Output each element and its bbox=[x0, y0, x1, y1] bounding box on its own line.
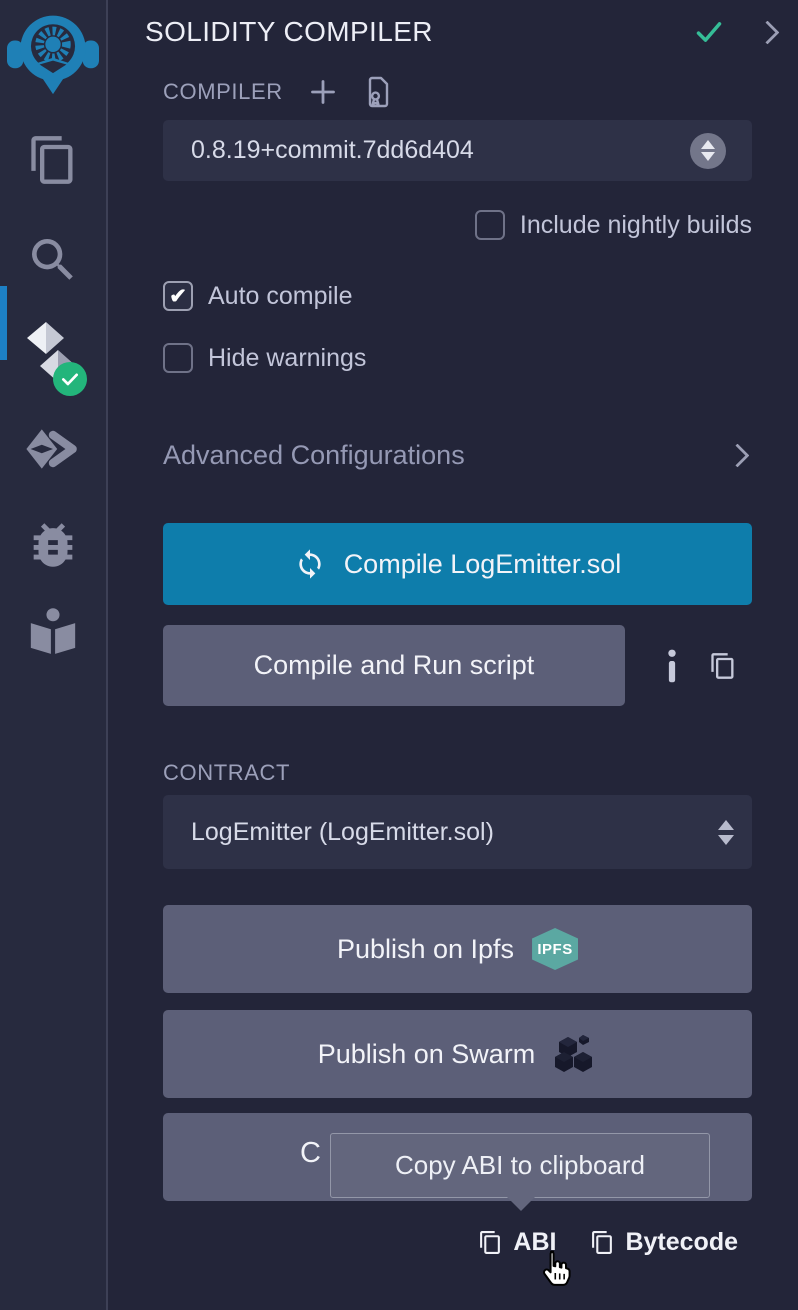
advanced-configurations-chevron-icon bbox=[725, 443, 749, 467]
compile-and-run-button[interactable]: Compile and Run script bbox=[163, 625, 625, 706]
mouse-cursor-pointer-icon bbox=[536, 1246, 576, 1290]
hide-warnings-checkbox[interactable] bbox=[163, 343, 193, 373]
search-icon[interactable] bbox=[0, 232, 106, 288]
bytecode-label: Bytecode bbox=[625, 1228, 738, 1257]
remix-logo bbox=[0, 6, 106, 98]
debugger-icon[interactable] bbox=[0, 516, 106, 574]
auto-compile-label: Auto compile bbox=[208, 282, 353, 311]
include-nightly-checkbox[interactable] bbox=[475, 210, 505, 240]
copy-abi-tooltip: Copy ABI to clipboard bbox=[330, 1133, 710, 1198]
advanced-configurations-label: Advanced Configurations bbox=[163, 440, 465, 471]
publish-swarm-label: Publish on Swarm bbox=[318, 1039, 536, 1070]
include-nightly-row: Include nightly builds bbox=[163, 210, 752, 240]
panel-header: SOLIDITY COMPILER bbox=[145, 16, 776, 48]
compiler-label-row: COMPILER bbox=[163, 76, 393, 108]
solidity-compiler-panel: SOLIDITY COMPILER COMPILER 0.8.19+commit bbox=[108, 0, 798, 1310]
remix-solidity-compiler-panel: SOLIDITY COMPILER COMPILER 0.8.19+commit bbox=[0, 0, 798, 1310]
file-explorer-icon[interactable] bbox=[0, 134, 106, 186]
copy-icon bbox=[590, 1230, 615, 1255]
compilation-details-visible-text: C bbox=[300, 1137, 321, 1170]
tooltip-caret bbox=[507, 1197, 535, 1211]
deploy-run-icon[interactable] bbox=[0, 424, 106, 474]
contract-select-arrows-icon bbox=[718, 820, 734, 845]
add-compiler-icon[interactable] bbox=[309, 78, 337, 106]
advanced-configurations-toggle[interactable]: Advanced Configurations bbox=[163, 440, 752, 471]
compile-and-run-label: Compile and Run script bbox=[254, 650, 535, 681]
compile-and-run-row: Compile and Run script bbox=[163, 625, 752, 706]
learneth-icon[interactable] bbox=[0, 604, 106, 660]
compile-button-label: Compile LogEmitter.sol bbox=[344, 549, 622, 580]
contract-section-label: CONTRACT bbox=[163, 760, 290, 786]
copy-links-row: ABI Bytecode bbox=[478, 1228, 738, 1257]
compiler-version-select[interactable]: 0.8.19+commit.7dd6d404 bbox=[163, 120, 752, 181]
version-select-sort-icon[interactable] bbox=[690, 133, 726, 169]
ipfs-logo-icon: IPFS bbox=[532, 928, 578, 970]
include-nightly-label: Include nightly builds bbox=[520, 211, 752, 240]
compiler-version-value: 0.8.19+commit.7dd6d404 bbox=[191, 136, 474, 165]
publish-ipfs-label: Publish on Ipfs bbox=[337, 934, 514, 965]
copy-abi-tooltip-text: Copy ABI to clipboard bbox=[395, 1150, 645, 1181]
collapse-panel-chevron-icon[interactable] bbox=[755, 20, 779, 44]
compile-button[interactable]: Compile LogEmitter.sol bbox=[163, 523, 752, 605]
ipfs-badge-text: IPFS bbox=[537, 941, 572, 958]
copy-script-icon[interactable] bbox=[709, 652, 737, 680]
info-icon[interactable] bbox=[665, 649, 679, 683]
compiled-check-icon bbox=[693, 18, 725, 46]
hide-warnings-label: Hide warnings bbox=[208, 344, 366, 373]
solidity-compiler-icon[interactable] bbox=[0, 320, 106, 396]
publish-ipfs-button[interactable]: Publish on Ipfs IPFS bbox=[163, 905, 752, 993]
auto-compile-checkbox[interactable]: ✔ bbox=[163, 281, 193, 311]
compiler-section-label: COMPILER bbox=[163, 79, 283, 105]
swarm-logo-icon bbox=[553, 1034, 597, 1074]
contract-select[interactable]: LogEmitter (LogEmitter.sol) bbox=[163, 795, 752, 869]
contract-select-value: LogEmitter (LogEmitter.sol) bbox=[191, 818, 494, 847]
copy-bytecode-link[interactable]: Bytecode bbox=[590, 1228, 738, 1257]
hide-warnings-row: Hide warnings bbox=[163, 343, 366, 373]
copy-icon bbox=[478, 1230, 503, 1255]
icon-sidebar bbox=[0, 0, 108, 1310]
compile-success-badge bbox=[53, 362, 87, 396]
sync-icon bbox=[294, 548, 326, 580]
compiler-license-file-icon[interactable] bbox=[363, 76, 393, 108]
publish-swarm-button[interactable]: Publish on Swarm bbox=[163, 1010, 752, 1098]
page-title: SOLIDITY COMPILER bbox=[145, 16, 433, 48]
auto-compile-row: ✔ Auto compile bbox=[163, 281, 353, 311]
